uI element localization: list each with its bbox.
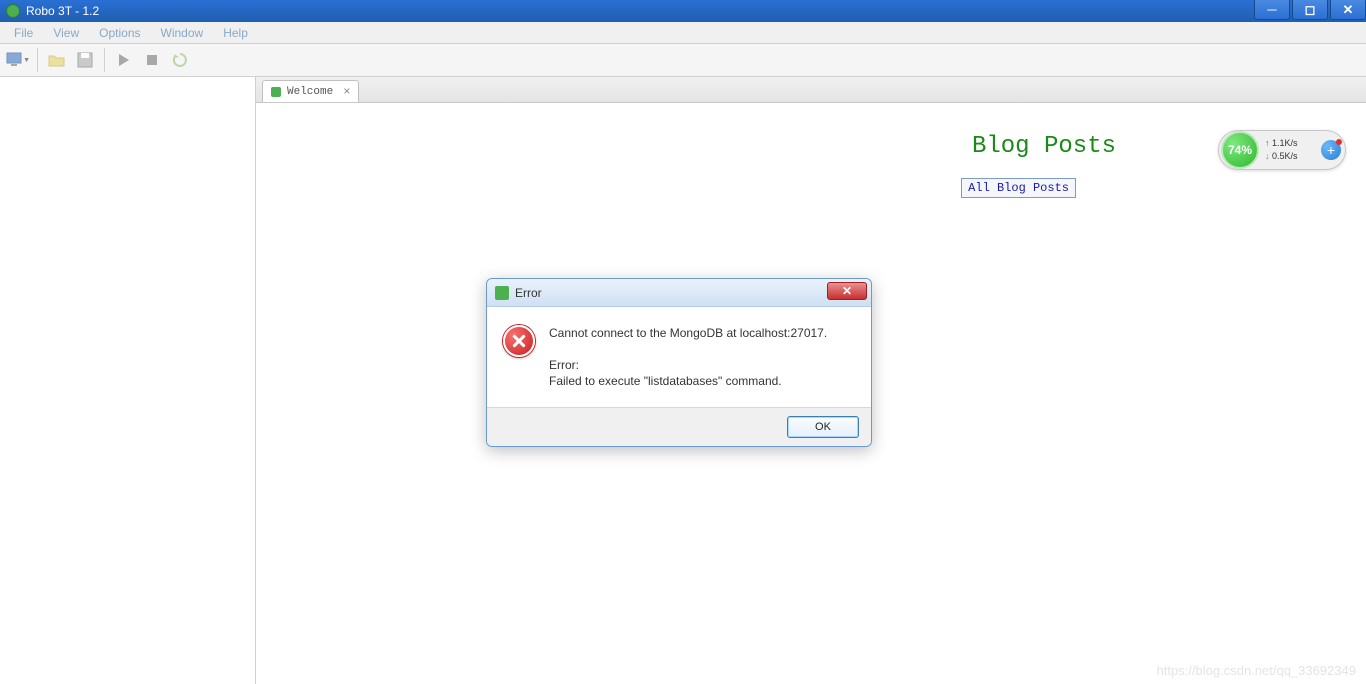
tab-close-icon[interactable]: × [343,85,350,99]
save-button[interactable] [73,48,97,72]
dialog-titlebar[interactable]: Error ✕ [487,279,871,307]
leaf-icon [271,87,281,97]
watermark: https://blog.csdn.net/qq_33692349 [1157,663,1357,678]
maximize-button[interactable]: ◻ [1292,0,1328,20]
network-widget[interactable]: 74% 1.1K/s 0.5K/s + [1218,130,1346,170]
percent-value: 74% [1228,143,1252,157]
close-button[interactable]: ✕ [1330,0,1366,20]
save-icon [77,52,93,68]
minimize-button[interactable]: ─ [1254,0,1290,20]
rotate-button[interactable] [168,48,192,72]
leaf-icon [495,286,509,300]
stop-button[interactable] [140,48,164,72]
all-blog-posts-link[interactable]: All Blog Posts [961,178,1076,198]
play-icon [117,53,131,67]
menu-file[interactable]: File [4,23,43,43]
rotate-icon [172,52,188,68]
menu-help[interactable]: Help [213,23,258,43]
menu-options[interactable]: Options [89,23,150,43]
app-icon [6,4,20,18]
error-line-1: Cannot connect to the MongoDB at localho… [549,325,855,341]
ok-button[interactable]: OK [787,416,859,438]
error-icon [503,325,535,357]
menu-view[interactable]: View [43,23,89,43]
connections-sidebar [0,77,256,684]
dialog-close-button[interactable]: ✕ [827,282,867,300]
menu-bar: File View Options Window Help [0,22,1366,44]
menu-window[interactable]: Window [151,23,214,43]
window-controls: ─ ◻ ✕ [1252,0,1366,20]
network-stats: 1.1K/s 0.5K/s [1259,137,1321,163]
download-speed: 0.5K/s [1265,150,1321,163]
tab-bar: Welcome × [256,77,1366,103]
connect-button[interactable]: ▼ [6,48,30,72]
chevron-down-icon: ▼ [23,57,30,64]
dialog-title: Error [515,286,542,300]
blog-posts-heading: Blog Posts [972,133,1116,160]
window-title: Robo 3T - 1.2 [26,4,99,18]
widget-add-button[interactable]: + [1321,140,1341,160]
monitor-icon [6,52,22,68]
error-line-2: Error: [549,357,855,373]
toolbar: ▼ [0,44,1366,77]
dialog-footer: OK [487,407,871,446]
cpu-percent-circle: 74% [1221,131,1259,169]
toolbar-separator [104,48,105,72]
error-line-3: Failed to execute "listdatabases" comman… [549,373,855,389]
tab-label: Welcome [287,86,333,98]
dialog-message: Cannot connect to the MongoDB at localho… [549,325,855,389]
error-dialog: Error ✕ Cannot connect to the MongoDB at… [486,278,872,447]
upload-speed: 1.1K/s [1265,137,1321,150]
open-button[interactable] [45,48,69,72]
stop-icon [145,53,159,67]
toolbar-separator [37,48,38,72]
window-titlebar: Robo 3T - 1.2 ─ ◻ ✕ [0,0,1366,22]
run-button[interactable] [112,48,136,72]
folder-open-icon [48,52,66,68]
dialog-body: Cannot connect to the MongoDB at localho… [487,307,871,407]
tab-welcome[interactable]: Welcome × [262,80,359,102]
